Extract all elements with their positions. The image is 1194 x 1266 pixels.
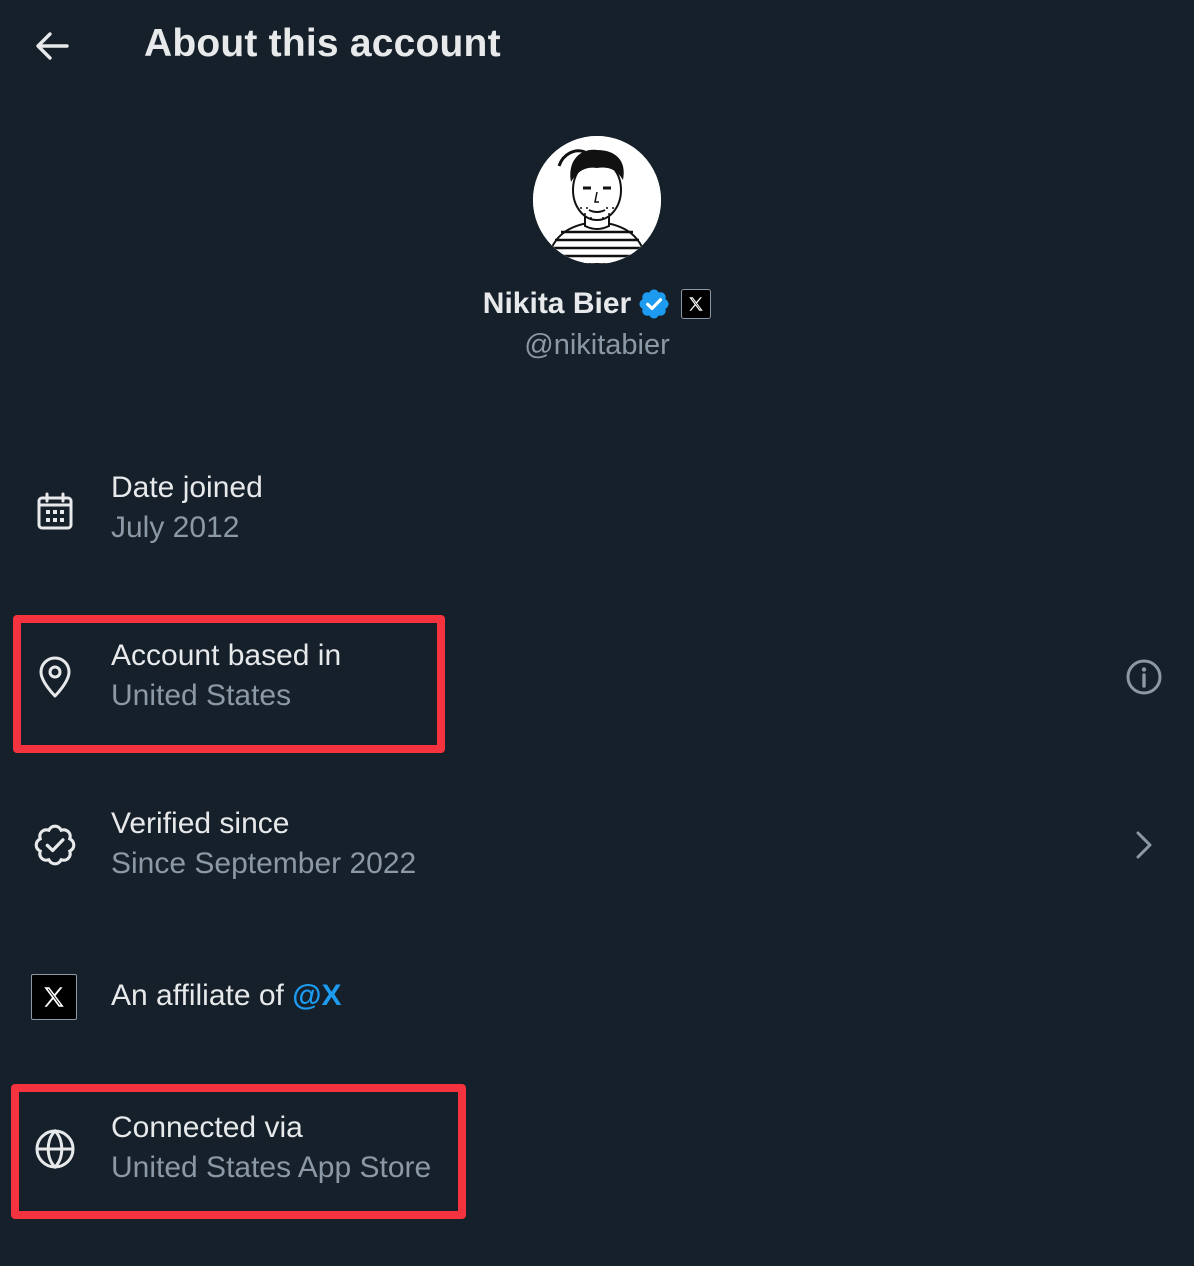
connected-via-value: United States App Store — [111, 1151, 432, 1184]
date-joined-row: Date joined July 2012 — [0, 456, 1194, 566]
avatar[interactable] — [533, 136, 661, 264]
affiliate-row: An affiliate of @X — [0, 946, 1194, 1056]
info-icon — [1126, 659, 1162, 695]
date-joined-label: Date joined — [111, 471, 263, 504]
affiliate-mention-link[interactable]: @X — [292, 979, 341, 1012]
affiliate-text: An affiliate of @X — [111, 978, 342, 1014]
verified-since-value: Since September 2022 — [111, 847, 417, 880]
x-logo-icon — [31, 974, 77, 1020]
date-joined-text: Date joined July 2012 — [111, 470, 263, 546]
chevron-right-icon[interactable] — [1124, 825, 1164, 865]
verified-since-row[interactable]: Verified since Since September 2022 — [0, 792, 1194, 902]
verified-since-text: Verified since Since September 2022 — [111, 806, 416, 882]
connected-via-label: Connected via — [111, 1111, 303, 1144]
date-joined-value: July 2012 — [111, 511, 240, 544]
verified-since-label: Verified since — [111, 807, 290, 840]
x-affiliate-badge-icon[interactable] — [681, 289, 712, 319]
arrow-left-icon — [36, 32, 69, 60]
globe-icon — [32, 1126, 78, 1172]
account-based-in-text: Account based in United States — [111, 638, 341, 714]
info-button[interactable] — [1124, 657, 1164, 697]
verified-badge-icon — [637, 287, 671, 321]
location-pin-icon — [32, 654, 78, 700]
profile-summary: Nikita Bier @nikitabier — [0, 136, 1194, 362]
top-bar: About this account — [0, 0, 1194, 92]
account-based-in-label: Account based in — [111, 639, 342, 672]
verified-outline-icon — [32, 822, 78, 868]
name-row: Nikita Bier — [0, 287, 1194, 321]
account-based-in-row: Account based in United States — [0, 624, 1194, 734]
display-name: Nikita Bier — [482, 287, 632, 320]
handle: @nikitabier — [524, 329, 670, 361]
connected-via-row: Connected via United States App Store — [0, 1096, 1194, 1206]
avatar-illustration — [533, 136, 661, 264]
back-button[interactable] — [30, 24, 74, 68]
connected-via-text: Connected via United States App Store — [111, 1110, 431, 1186]
calendar-icon — [32, 488, 78, 534]
page-title: About this account — [144, 22, 501, 65]
account-based-in-value: United States — [111, 679, 292, 712]
affiliate-label: An affiliate of — [111, 979, 284, 1012]
